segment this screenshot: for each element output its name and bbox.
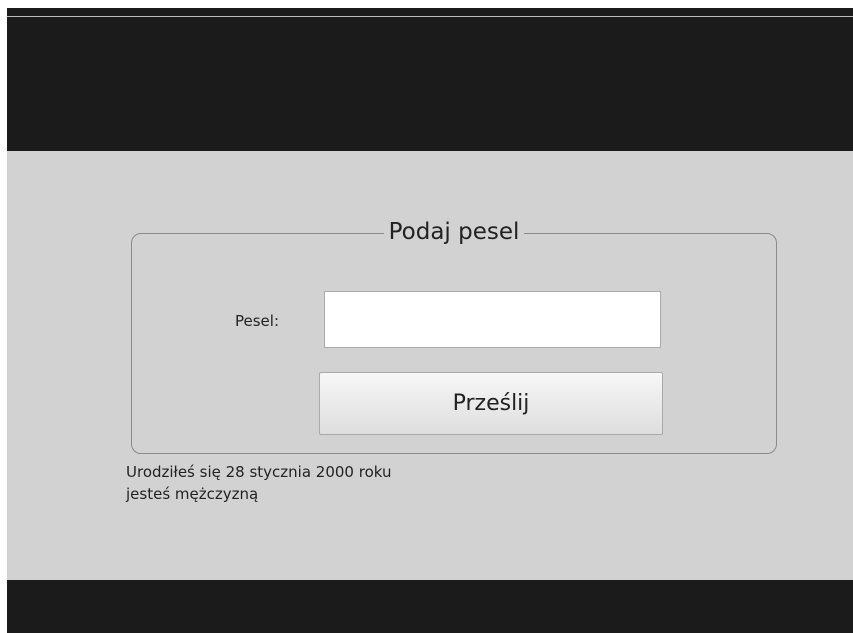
result-text: Urodziłeś się 28 stycznia 2000 roku jest… (126, 461, 391, 505)
submit-button[interactable]: Prześlij (319, 372, 663, 435)
footer-bar (7, 580, 853, 633)
pesel-label: Pesel: (235, 312, 280, 330)
page: Podaj pesel Pesel: Prześlij Urodziłeś si… (7, 8, 853, 633)
form-legend: Podaj pesel (132, 217, 776, 249)
form-legend-text: Podaj pesel (383, 219, 525, 245)
result-birth-date: Urodziłeś się 28 stycznia 2000 roku (126, 463, 392, 481)
pesel-input[interactable] (324, 291, 661, 348)
header-divider (7, 16, 853, 17)
result-gender: jesteś mężczyzną (126, 485, 259, 503)
header-bar (7, 8, 853, 151)
